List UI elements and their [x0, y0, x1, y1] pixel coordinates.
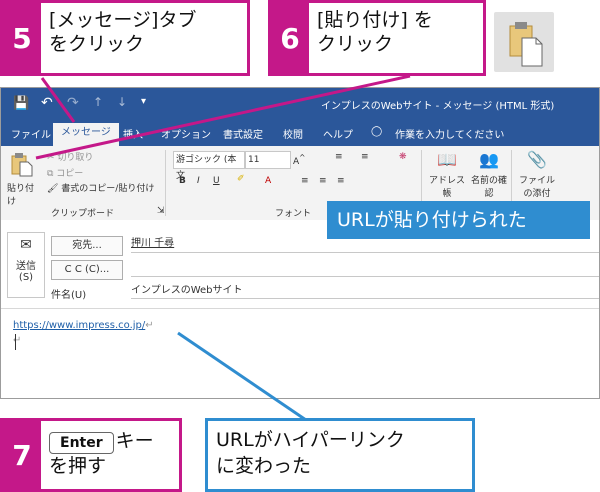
send-icon: ✉ [20, 237, 32, 253]
message-body[interactable]: https://www.impress.co.jp/↵ ↵ [13, 320, 593, 390]
align-left-icon[interactable]: ≡ [301, 176, 309, 186]
undo-icon[interactable]: ↶ [41, 95, 53, 111]
address-book-icon: 📖 [437, 150, 457, 169]
step-number: 7 [3, 421, 41, 489]
send-button[interactable]: ✉ 送信 (S) [7, 232, 45, 298]
body-hyperlink[interactable]: https://www.impress.co.jp/ [13, 320, 145, 331]
paste-icon-zoomed [494, 12, 554, 72]
tab-file[interactable]: ファイル [11, 126, 51, 141]
clipboard-icon [11, 153, 33, 177]
down-arrow-icon[interactable]: ↓ [117, 95, 127, 109]
bullets-icon[interactable]: ≡ [335, 152, 343, 162]
bold-button[interactable]: B [179, 176, 186, 186]
italic-button[interactable]: I [197, 176, 200, 186]
save-icon[interactable]: 💾 [13, 96, 29, 111]
font-color-icon[interactable]: A [265, 176, 271, 186]
clear-formatting-icon[interactable]: ❋ [399, 152, 407, 162]
check-names-icon: 👥 [479, 150, 499, 169]
pasted-callout: URLが貼り付けられた [327, 201, 590, 239]
hyperlink-line1: URLがハイパーリンク [216, 429, 405, 451]
header-divider [1, 308, 599, 309]
cut-label: 切り取り [57, 153, 94, 163]
paste-button[interactable]: 貼り付け [7, 150, 41, 207]
ribbon-tab-bar: ファイル メッセージ 挿入 オプション 書式設定 校閲 ヘルプ ◯ 作業を入力し… [1, 120, 599, 146]
attach-file-label: ファイルの添付 [518, 176, 555, 199]
group-divider [165, 150, 166, 216]
step-7-callout: 7 Enter キー を押す [0, 418, 182, 492]
pasted-text: URLが貼り付けられた [337, 209, 527, 231]
step-6-line2: クリック [317, 33, 394, 55]
send-shortcut: (S) [18, 272, 34, 283]
copy-label: コピー [56, 169, 84, 179]
paste-label: 貼り付け [7, 184, 35, 207]
tab-format-text[interactable]: 書式設定 [223, 126, 263, 141]
tell-me-box[interactable]: 作業を入力してください [395, 126, 504, 141]
font-size-combo[interactable]: 11 [245, 151, 291, 169]
numbering-icon[interactable]: ≡ [361, 152, 369, 162]
return-mark: ↵ [145, 320, 154, 331]
font-name-combo[interactable]: 游ゴシック (本文 [173, 151, 245, 181]
format-painter-label: 書式のコピー/貼り付け [61, 184, 155, 194]
step-7-key-suffix: キー [115, 430, 154, 452]
subject-field[interactable]: インプレスのWebサイト [131, 282, 599, 299]
check-names-button[interactable]: 👥 名前の確認 [471, 150, 507, 199]
address-book-label: アドレス帳 [428, 176, 465, 199]
check-names-label: 名前の確認 [471, 176, 508, 199]
underline-button[interactable]: U [213, 176, 220, 186]
title-bar: 💾 ↶ ↷ ↑ ↓ ▾ インプレスのWebサイト - メッセージ (HTML 形… [1, 88, 599, 120]
step-5-callout: 5 [メッセージ]タブ をクリック [0, 0, 250, 76]
step-5-line1: [メッセージ]タブ [49, 9, 197, 31]
paperclip-icon: 📎 [527, 150, 547, 169]
step-6-callout: 6 [貼り付け] を クリック [268, 0, 486, 76]
tab-help[interactable]: ヘルプ [323, 126, 353, 141]
step-number: 6 [271, 3, 309, 73]
tab-insert[interactable]: 挿入 [123, 126, 143, 141]
hyperlink-callout: URLがハイパーリンク に変わった [205, 418, 475, 492]
subject-label: 件名(U) [51, 290, 87, 301]
compose-area: ✉ 送信 (S) 宛先... 押川 千尋 C C (C)... 件名(U) イン… [1, 220, 599, 398]
align-center-icon[interactable]: ≡ [319, 176, 327, 186]
highlight-icon[interactable]: ✐ [237, 174, 245, 184]
cc-field[interactable] [131, 260, 599, 277]
dialog-launcher-icon[interactable]: ⇲ [157, 206, 165, 216]
enter-key: Enter [49, 432, 114, 454]
text-cursor [15, 334, 16, 350]
tab-review[interactable]: 校閲 [283, 126, 303, 141]
hyperlink-line2: に変わった [216, 455, 312, 477]
step-7-line2: を押す [49, 455, 107, 477]
step-5-line2: をクリック [49, 33, 145, 55]
send-label: 送信 [16, 261, 36, 272]
lightbulb-icon: ◯ [371, 126, 383, 137]
step-number: 5 [3, 3, 41, 73]
font-group-label: フォント [275, 209, 312, 219]
step-6-line1: [貼り付け] を [317, 9, 433, 31]
copy-button[interactable]: ⧉ コピー [47, 166, 83, 179]
to-value: 押川 千尋 [131, 238, 175, 249]
customize-toolbar-icon[interactable]: ▾ [141, 96, 146, 107]
attach-file-button[interactable]: 📎 ファイルの添付 [515, 150, 559, 199]
clipboard-group-label: クリップボード [51, 209, 115, 219]
subject-value: インプレスのWebサイト [131, 285, 243, 296]
tab-message[interactable]: メッセージ [53, 123, 119, 146]
to-button[interactable]: 宛先... [51, 236, 123, 256]
outlook-message-window: 💾 ↶ ↷ ↑ ↓ ▾ インプレスのWebサイト - メッセージ (HTML 形… [0, 87, 600, 399]
tab-options[interactable]: オプション [161, 126, 211, 141]
window-title: インプレスのWebサイト - メッセージ (HTML 形式) [321, 101, 555, 112]
address-book-button[interactable]: 📖 アドレス帳 [427, 150, 467, 199]
format-painter-button[interactable]: 🖌 書式のコピー/貼り付け [47, 181, 154, 194]
redo-icon[interactable]: ↷ [67, 95, 79, 111]
font-size-value: 11 [248, 155, 260, 165]
grow-font-icon[interactable]: A^ [293, 153, 305, 167]
align-right-icon[interactable]: ≡ [337, 176, 345, 186]
cc-button[interactable]: C C (C)... [51, 260, 123, 280]
cut-button[interactable]: ✂ 切り取り [47, 150, 93, 163]
return-mark: ↵ [13, 335, 22, 346]
up-arrow-icon[interactable]: ↑ [93, 95, 103, 109]
